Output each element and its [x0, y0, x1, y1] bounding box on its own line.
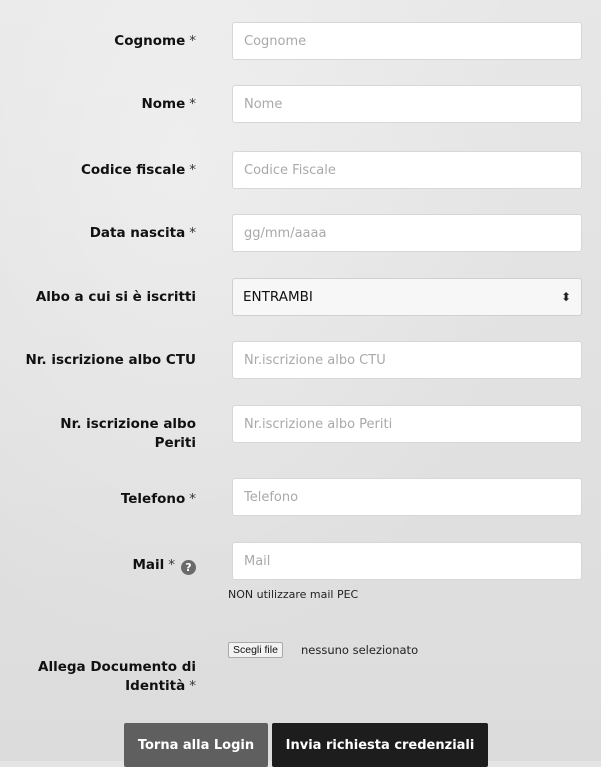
required-marker: * — [189, 678, 196, 694]
codice-fiscale-label-text: Codice fiscale — [80, 162, 186, 178]
back-to-login-button[interactable]: Torna alla Login — [124, 723, 268, 767]
required-marker: * — [189, 491, 196, 507]
required-marker: * — [189, 33, 196, 49]
mail-pec-note: NON utilizzare mail PEC — [228, 588, 359, 601]
choose-file-button[interactable]: Scegli file — [228, 642, 283, 658]
albo-label-text: Albo a cui si è iscritti — [35, 289, 196, 305]
required-marker: * — [189, 225, 196, 241]
nr-ctu-input[interactable] — [232, 341, 582, 379]
cognome-input[interactable] — [232, 22, 582, 60]
nr-ctu-label-text: Nr. iscrizione albo CTU — [25, 352, 197, 368]
telefono-input[interactable] — [232, 478, 582, 516]
nome-label-text: Nome — [141, 96, 186, 112]
nr-periti-label-line1: Nr. iscrizione albo — [60, 416, 196, 432]
select-arrows-icon: ⬍ — [560, 290, 571, 304]
data-nascita-label-text: Data nascita — [89, 225, 186, 241]
required-marker: * — [189, 96, 196, 112]
codice-fiscale-label: Codice fiscale * — [81, 161, 196, 180]
data-nascita-label: Data nascita * — [90, 224, 196, 243]
nr-periti-label: Nr. iscrizione albo Periti — [60, 415, 196, 453]
mail-label-text: Mail — [132, 557, 165, 573]
required-marker: * — [168, 557, 175, 573]
albo-label: Albo a cui si è iscritti — [36, 288, 196, 307]
telefono-label: Telefono * — [121, 490, 196, 509]
albo-select[interactable]: ENTRAMBI ⬍ — [232, 278, 582, 316]
telefono-label-text: Telefono — [120, 491, 186, 507]
data-nascita-input[interactable] — [232, 214, 582, 252]
file-status-text: nessuno selezionato — [301, 643, 419, 657]
documento-label-line2: Identità — [125, 678, 186, 694]
cognome-label: Cognome * — [114, 32, 196, 51]
cognome-label-text: Cognome — [114, 33, 186, 49]
nome-input[interactable] — [232, 85, 582, 123]
nome-label: Nome * — [141, 95, 196, 114]
codice-fiscale-input[interactable] — [232, 151, 582, 189]
send-request-button[interactable]: Invia richiesta credenziali — [272, 723, 488, 767]
nr-ctu-label: Nr. iscrizione albo CTU — [26, 351, 197, 370]
nr-periti-input[interactable] — [232, 405, 582, 443]
documento-label-line1: Allega Documento di — [38, 659, 196, 675]
mail-input[interactable] — [232, 542, 582, 580]
mail-label: Mail *? — [132, 556, 196, 575]
nr-periti-label-line2: Periti — [154, 435, 196, 451]
required-marker: * — [189, 162, 196, 178]
albo-selected-value: ENTRAMBI — [243, 289, 313, 305]
documento-label: Allega Documento di Identità * — [38, 658, 196, 696]
help-icon[interactable]: ? — [181, 560, 196, 575]
